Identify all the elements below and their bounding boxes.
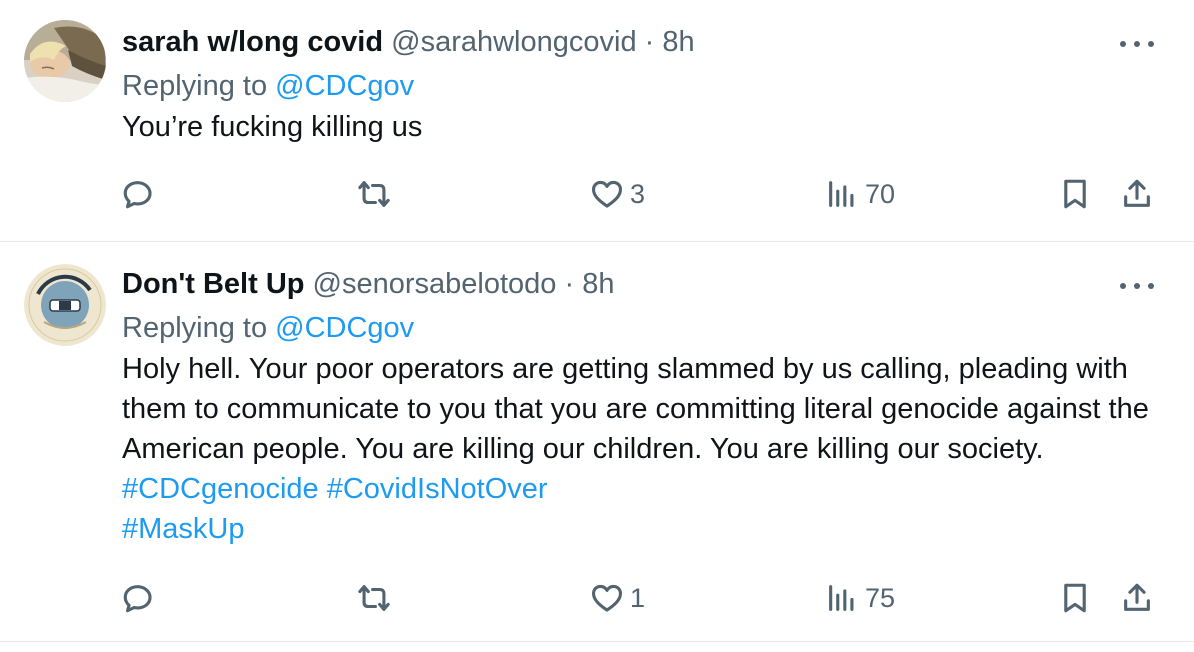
user-handle[interactable]: @senorsabelotodo <box>313 268 557 300</box>
tweet-body: sarah w/long covid @sarahwlongcovid · 8h… <box>122 22 1154 147</box>
tweet-body: Don't Belt Up @senorsabelotodo · 8h Repl… <box>122 264 1154 549</box>
more-button[interactable] <box>1120 276 1154 296</box>
timestamp[interactable]: 8h <box>582 268 614 300</box>
reply-button[interactable] <box>121 578 155 618</box>
tweet[interactable]: Don't Belt Up @senorsabelotodo · 8h Repl… <box>0 242 1194 642</box>
more-icon <box>1134 283 1140 289</box>
tweet[interactable]: sarah w/long covid @sarahwlongcovid · 8h… <box>0 0 1194 242</box>
tweet-text: Holy hell. Your poor operators are getti… <box>122 349 1154 549</box>
tweet-actions: 1 75 <box>0 578 1194 618</box>
views-count: 70 <box>865 178 896 209</box>
tweet-header: sarah w/long covid @sarahwlongcovid · 8h <box>122 22 1154 62</box>
display-name[interactable]: Don't Belt Up <box>122 268 304 300</box>
separator-dot: · <box>644 26 655 58</box>
reply-button[interactable] <box>121 174 155 214</box>
like-icon <box>591 180 623 208</box>
views-icon <box>829 585 854 611</box>
replying-to-link[interactable]: @CDCgov <box>275 312 414 344</box>
tweet-text: You’re fucking killing us <box>122 111 423 143</box>
views-button[interactable]: 70 <box>825 174 895 214</box>
more-button[interactable] <box>1120 34 1154 54</box>
share-button[interactable] <box>1120 174 1154 214</box>
more-icon <box>1148 283 1154 289</box>
like-button[interactable]: 3 <box>590 174 645 214</box>
like-count: 3 <box>630 178 646 209</box>
more-icon <box>1120 41 1126 47</box>
replying-to-line: Replying to @CDCgov <box>122 66 1154 106</box>
views-button[interactable]: 75 <box>825 578 895 618</box>
hashtag-link[interactable]: #CovidIsNotOver <box>327 473 548 505</box>
like-button[interactable]: 1 <box>590 578 645 618</box>
share-icon <box>1124 583 1150 611</box>
avatar-logo-icon <box>24 264 106 346</box>
more-icon <box>1148 41 1154 47</box>
tweet-actions: 3 70 <box>0 174 1194 214</box>
reply-icon <box>123 585 152 613</box>
share-icon <box>1124 179 1150 207</box>
replying-to-link[interactable]: @CDCgov <box>275 70 414 102</box>
more-icon <box>1120 283 1126 289</box>
bookmark-button[interactable] <box>1058 174 1092 214</box>
like-icon <box>591 584 623 612</box>
tweet-text-body: Holy hell. Your poor operators are getti… <box>122 353 1149 465</box>
views-icon <box>829 181 854 207</box>
separator-dot: · <box>564 268 575 300</box>
reply-icon <box>123 181 152 209</box>
replying-to-label: Replying to <box>122 312 276 344</box>
bookmark-button[interactable] <box>1058 578 1092 618</box>
views-count: 75 <box>865 582 896 613</box>
bookmark-icon <box>1064 583 1086 613</box>
replying-to-line: Replying to @CDCgov <box>122 308 1154 348</box>
replying-to-label: Replying to <box>122 70 276 102</box>
share-button[interactable] <box>1120 578 1154 618</box>
retweet-button[interactable] <box>357 174 391 214</box>
user-handle[interactable]: @sarahwlongcovid <box>391 26 636 58</box>
retweet-icon <box>358 585 390 611</box>
avatar[interactable] <box>24 264 106 346</box>
bookmark-icon <box>1064 179 1086 209</box>
like-count: 1 <box>630 582 646 613</box>
hashtag-link[interactable]: #CDCgenocide <box>122 473 319 505</box>
timestamp[interactable]: 8h <box>662 26 694 58</box>
display-name[interactable]: sarah w/long covid <box>122 26 383 58</box>
tweet-header: Don't Belt Up @senorsabelotodo · 8h <box>122 264 1154 304</box>
avatar[interactable] <box>24 20 106 102</box>
retweet-icon <box>358 181 390 207</box>
more-icon <box>1134 41 1140 47</box>
retweet-button[interactable] <box>357 578 391 618</box>
hashtag-link[interactable]: #MaskUp <box>122 513 245 545</box>
avatar-photo-icon <box>24 20 106 102</box>
